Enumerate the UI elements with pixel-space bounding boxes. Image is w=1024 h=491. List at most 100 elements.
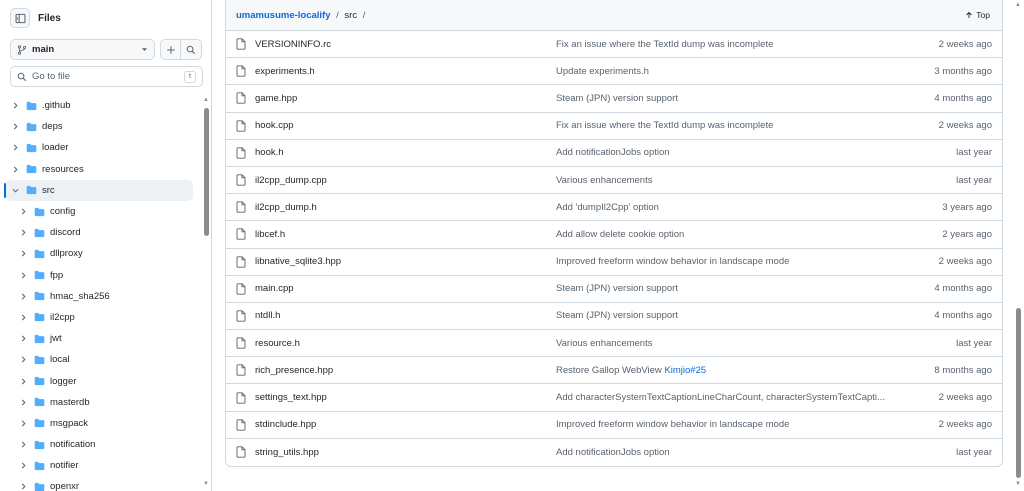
tree-item[interactable]: discord xyxy=(0,222,200,243)
tree-item[interactable]: .github xyxy=(0,95,200,116)
tree-item[interactable]: dllproxy xyxy=(0,243,200,264)
go-to-file-box[interactable]: t xyxy=(10,66,203,87)
file-name-link[interactable]: libcef.h xyxy=(255,229,556,240)
tree-item[interactable]: deps xyxy=(0,116,200,137)
chevron-right-icon[interactable] xyxy=(10,166,20,173)
tree-item[interactable]: config xyxy=(0,201,200,222)
table-row: main.cpp Steam (JPN) version support 4 mon… xyxy=(226,276,1002,303)
file-name-link[interactable]: main.cpp xyxy=(255,283,556,294)
chevron-right-icon[interactable] xyxy=(18,356,28,363)
file-name-link[interactable]: experiments.h xyxy=(255,66,556,77)
tree-item[interactable]: masterdb xyxy=(0,392,200,413)
commit-message-link[interactable]: Fix an issue where the TextId dump was i… xyxy=(556,39,773,50)
commit-message-link[interactable]: Add 'dumpIl2Cpp' option xyxy=(556,202,659,213)
file-name-link[interactable]: hook.cpp xyxy=(255,120,556,131)
tree-item[interactable]: resources xyxy=(0,159,200,180)
tree-item[interactable]: fpp xyxy=(0,265,200,286)
branch-selector[interactable]: main xyxy=(10,39,155,60)
chevron-right-icon[interactable] xyxy=(18,441,28,448)
page-scrollbar-thumb[interactable] xyxy=(1016,308,1021,478)
file-icon xyxy=(236,65,248,77)
commit-message-link[interactable]: Add allow delete cookie option xyxy=(556,229,684,240)
last-commit-date: 2 years ago xyxy=(942,228,992,240)
file-name-link[interactable]: libnative_sqlite3.hpp xyxy=(255,256,556,267)
chevron-right-icon[interactable] xyxy=(18,378,28,385)
breadcrumb-repo-link[interactable]: umamusume-localify xyxy=(236,10,331,21)
tree-item[interactable]: msgpack xyxy=(0,413,200,434)
chevron-right-icon[interactable] xyxy=(18,420,28,427)
chevron-down-icon[interactable] xyxy=(10,187,20,194)
page-scroll-up-arrow-icon[interactable]: ▲ xyxy=(1015,2,1021,8)
commit-message-link[interactable]: Improved freeform window behavior in lan… xyxy=(556,419,789,430)
commit-message-link[interactable]: Various enhancements xyxy=(556,175,652,186)
chevron-right-icon[interactable] xyxy=(18,399,28,406)
chevron-right-icon[interactable] xyxy=(18,293,28,300)
sidebar-actions xyxy=(160,39,202,60)
commit-message-link[interactable]: Improved freeform window behavior in lan… xyxy=(556,256,789,267)
folder-icon xyxy=(34,207,45,217)
commit-message-link[interactable]: Fix an issue where the TextId dump was i… xyxy=(556,120,773,131)
commit-message-link[interactable]: Steam (JPN) version support xyxy=(556,283,678,294)
file-name-link[interactable]: il2cpp_dump.cpp xyxy=(255,175,556,186)
commit-message-link[interactable]: Add characterSystemTextCaptionLineCharCo… xyxy=(556,392,885,403)
table-row: experiments.h Update experiments.h 3 month… xyxy=(226,58,1002,86)
chevron-right-icon[interactable] xyxy=(18,272,28,279)
folder-icon xyxy=(26,122,37,132)
file-name-link[interactable]: rich_presence.hpp xyxy=(255,365,556,376)
commit-message: Add allow delete cookie option xyxy=(556,229,911,240)
go-to-file-input[interactable] xyxy=(32,71,184,82)
tree-item[interactable]: logger xyxy=(0,370,200,391)
chevron-right-icon[interactable] xyxy=(10,102,20,109)
commit-message-link[interactable]: Steam (JPN) version support xyxy=(556,310,678,321)
chevron-right-icon[interactable] xyxy=(18,208,28,215)
tree-item[interactable]: openxr xyxy=(0,476,200,491)
file-name-link[interactable]: settings_text.hpp xyxy=(255,392,556,403)
file-name-link[interactable]: resource.h xyxy=(255,338,556,349)
commit-message-link[interactable]: Update experiments.h xyxy=(556,66,649,77)
search-button[interactable] xyxy=(181,39,202,60)
tree-item[interactable]: notifier xyxy=(0,455,200,476)
scroll-down-arrow-icon[interactable]: ▼ xyxy=(203,481,209,487)
tree-item[interactable]: jwt xyxy=(0,328,200,349)
chevron-right-icon[interactable] xyxy=(18,335,28,342)
top-button[interactable]: Top xyxy=(965,10,990,20)
scroll-up-arrow-icon[interactable]: ▲ xyxy=(203,97,209,103)
commit-message-link[interactable]: Various enhancements xyxy=(556,338,652,349)
plus-icon xyxy=(166,45,175,54)
file-name-link[interactable]: ntdll.h xyxy=(255,310,556,321)
file-name-link[interactable]: VERSIONINFO.rc xyxy=(255,39,556,50)
file-name-link[interactable]: game.hpp xyxy=(255,93,556,104)
chevron-right-icon[interactable] xyxy=(18,314,28,321)
commit-message-link[interactable]: Restore Gallop WebView xyxy=(556,365,664,376)
add-file-button[interactable] xyxy=(160,39,181,60)
commit-message-link[interactable]: Add notificationJobs option xyxy=(556,147,670,158)
pull-request-link[interactable]: Kimjio#25 xyxy=(664,365,706,376)
file-name-link[interactable]: hook.h xyxy=(255,147,556,158)
tree-item-label: config xyxy=(50,206,76,218)
commit-message-link[interactable]: Steam (JPN) version support xyxy=(556,93,678,104)
file-name-link[interactable]: string_utils.hpp xyxy=(255,447,556,458)
tree-item[interactable]: loader xyxy=(0,137,200,158)
tree-item-label: .github xyxy=(42,100,71,112)
last-commit-date: 4 months ago xyxy=(934,283,992,295)
chevron-right-icon[interactable] xyxy=(18,462,28,469)
tree-item[interactable]: hmac_sha256 xyxy=(0,286,200,307)
chevron-right-icon[interactable] xyxy=(10,123,20,130)
file-name-link[interactable]: il2cpp_dump.h xyxy=(255,202,556,213)
last-commit-date: 2 weeks ago xyxy=(938,120,992,132)
sidebar-scrollbar-thumb[interactable] xyxy=(204,108,209,236)
file-name-link[interactable]: stdinclude.hpp xyxy=(255,419,556,430)
folder-icon xyxy=(26,143,37,153)
page-scroll-down-arrow-icon[interactable]: ▼ xyxy=(1015,481,1021,487)
chevron-right-icon[interactable] xyxy=(18,483,28,490)
collapse-sidebar-button[interactable] xyxy=(10,8,30,28)
tree-item[interactable]: local xyxy=(0,349,200,370)
last-commit-date: 4 months ago xyxy=(934,92,992,104)
commit-message-link[interactable]: Add notificationJobs option xyxy=(556,447,670,458)
chevron-right-icon[interactable] xyxy=(18,229,28,236)
tree-item[interactable]: il2cpp xyxy=(0,307,200,328)
tree-item[interactable]: src xyxy=(4,179,193,201)
chevron-right-icon[interactable] xyxy=(10,144,20,151)
tree-item[interactable]: notification xyxy=(0,434,200,455)
chevron-right-icon[interactable] xyxy=(18,250,28,257)
